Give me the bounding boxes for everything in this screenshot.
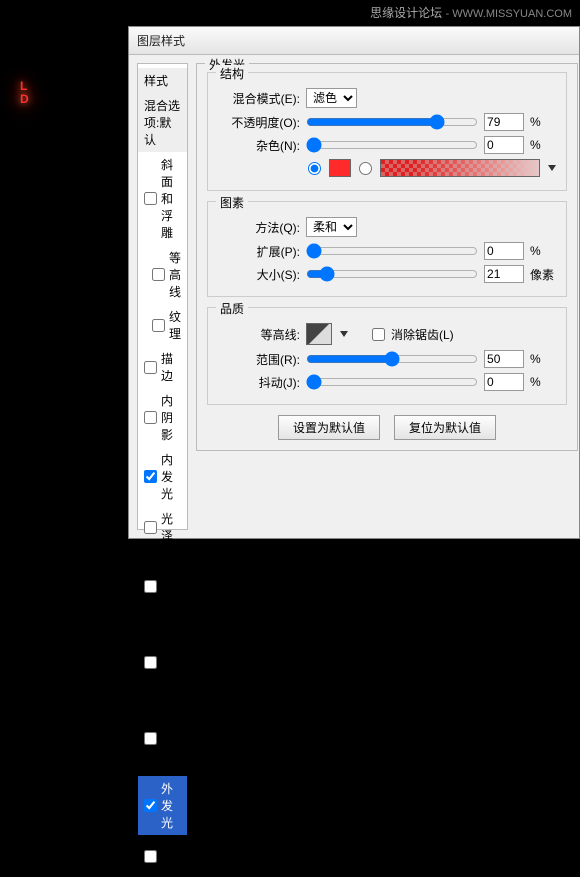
jitter-unit: % (530, 375, 556, 389)
technique-label: 方法(Q): (218, 219, 300, 236)
sidebar-label-11: 投影 (161, 839, 181, 873)
sidebar-blend-options[interactable]: 混合选项:默认 (138, 93, 187, 152)
sidebar-item-4[interactable]: 内阴影 (138, 388, 187, 447)
sidebar-checkbox-10[interactable] (144, 799, 157, 812)
sidebar-label-5: 内发光 (161, 451, 181, 502)
sidebar-checkbox-2[interactable] (152, 319, 165, 332)
opacity-label: 不透明度(O): (218, 114, 300, 131)
spread-input[interactable] (484, 242, 524, 260)
spread-label: 扩展(P): (218, 243, 300, 260)
gradient-dropdown-icon[interactable] (548, 165, 556, 171)
jitter-slider[interactable] (306, 374, 478, 390)
range-slider[interactable] (306, 351, 478, 367)
contour-dropdown-icon[interactable] (340, 331, 348, 337)
sidebar-item-11[interactable]: 投影 (138, 835, 187, 877)
range-label: 范围(R): (218, 351, 300, 368)
sidebar-label-9: 图案叠加 (161, 704, 181, 772)
range-unit: % (530, 352, 556, 366)
opacity-unit: % (530, 115, 556, 129)
size-label: 大小(S): (218, 266, 300, 283)
range-input[interactable] (484, 350, 524, 368)
contour-label: 等高线: (218, 326, 300, 343)
styles-sidebar: 样式 混合选项:默认 斜面和浮雕等高线纹理描边内阴影内发光光泽颜色叠加渐变叠加图… (137, 63, 188, 530)
contour-swatch[interactable] (306, 323, 332, 345)
dialog-titlebar[interactable]: 图层样式 (129, 27, 579, 55)
gradient-radio[interactable] (359, 162, 372, 175)
neon-line-2: D (20, 93, 33, 106)
sidebar-checkbox-1[interactable] (152, 268, 165, 281)
default-buttons-row: 设置为默认值 复位为默认值 (207, 415, 567, 440)
sidebar-blend-label: 混合选项:默认 (144, 97, 181, 148)
neon-line-1: L (20, 80, 33, 93)
antialias-label: 消除锯齿(L) (391, 326, 454, 343)
layer-style-dialog: 图层样式 样式 混合选项:默认 斜面和浮雕等高线纹理描边内阴影内发光光泽颜色叠加… (128, 26, 580, 539)
sidebar-checkbox-4[interactable] (144, 411, 157, 424)
technique-select[interactable]: 柔和 (306, 217, 357, 237)
sidebar-styles-label: 样式 (144, 72, 168, 89)
sidebar-checkbox-9[interactable] (144, 732, 157, 745)
blend-mode-label: 混合模式(E): (218, 90, 300, 107)
sidebar-checkbox-6[interactable] (144, 521, 157, 534)
dialog-content: 样式 混合选项:默认 斜面和浮雕等高线纹理描边内阴影内发光光泽颜色叠加渐变叠加图… (129, 55, 579, 538)
solid-color-radio[interactable] (308, 162, 321, 175)
size-slider[interactable] (306, 266, 478, 282)
spread-unit: % (530, 244, 556, 258)
reset-default-button[interactable]: 复位为默认值 (394, 415, 496, 440)
sidebar-label-2: 纹理 (169, 308, 181, 342)
sidebar-label-4: 内阴影 (161, 392, 181, 443)
sidebar-item-3[interactable]: 描边 (138, 346, 187, 388)
opacity-input[interactable] (484, 113, 524, 131)
sidebar-checkbox-7[interactable] (144, 580, 157, 593)
sidebar-item-2[interactable]: 纹理 (138, 304, 187, 346)
antialias-checkbox[interactable] (372, 328, 385, 341)
quality-title: 品质 (216, 300, 248, 317)
sidebar-checkbox-11[interactable] (144, 850, 157, 863)
sidebar-item-10[interactable]: 外发光 (138, 776, 187, 835)
elements-title: 图素 (216, 194, 248, 211)
sidebar-item-6[interactable]: 光泽 (138, 506, 187, 548)
sidebar-label-3: 描边 (161, 350, 181, 384)
watermark-main: 思缘设计论坛 (370, 6, 442, 20)
size-input[interactable] (484, 265, 524, 283)
sidebar-item-7[interactable]: 颜色叠加 (138, 548, 187, 624)
watermark: 思缘设计论坛 - WWW.MISSYUAN.COM (370, 4, 572, 21)
blend-mode-select[interactable]: 滤色 (306, 88, 357, 108)
sidebar-checkbox-5[interactable] (144, 470, 157, 483)
sidebar-label-1: 等高线 (169, 249, 181, 300)
sidebar-checkbox-0[interactable] (144, 192, 157, 205)
sidebar-styles-header[interactable]: 样式 (138, 68, 187, 93)
dialog-title: 图层样式 (137, 34, 185, 48)
outer-glow-panel: 外发光 结构 混合模式(E): 滤色 不透明度(O): % (196, 63, 578, 530)
sidebar-item-1[interactable]: 等高线 (138, 245, 187, 304)
elements-group: 图素 方法(Q): 柔和 扩展(P): % 大小(S): (207, 201, 567, 297)
sidebar-label-10: 外发光 (161, 780, 181, 831)
sidebar-item-5[interactable]: 内发光 (138, 447, 187, 506)
opacity-slider[interactable] (306, 114, 478, 130)
set-default-button[interactable]: 设置为默认值 (278, 415, 380, 440)
sidebar-label-0: 斜面和浮雕 (161, 156, 181, 241)
sidebar-checkbox-8[interactable] (144, 656, 157, 669)
sidebar-item-8[interactable]: 渐变叠加 (138, 624, 187, 700)
sidebar-label-7: 颜色叠加 (161, 552, 181, 620)
sidebar-checkbox-3[interactable] (144, 361, 157, 374)
size-unit: 像素 (530, 266, 556, 283)
noise-unit: % (530, 138, 556, 152)
quality-group: 品质 等高线: 消除锯齿(L) 范围(R): % (207, 307, 567, 405)
noise-input[interactable] (484, 136, 524, 154)
spread-slider[interactable] (306, 243, 478, 259)
sidebar-label-8: 渐变叠加 (161, 628, 181, 696)
solid-color-swatch[interactable] (329, 159, 351, 177)
jitter-input[interactable] (484, 373, 524, 391)
watermark-sub: - WWW.MISSYUAN.COM (446, 8, 573, 20)
noise-label: 杂色(N): (218, 137, 300, 154)
noise-slider[interactable] (306, 137, 478, 153)
sidebar-item-9[interactable]: 图案叠加 (138, 700, 187, 776)
neon-preview: L D (20, 80, 33, 105)
jitter-label: 抖动(J): (218, 374, 300, 391)
structure-title: 结构 (216, 65, 248, 82)
outer-glow-group: 外发光 结构 混合模式(E): 滤色 不透明度(O): % (196, 63, 578, 451)
structure-group: 结构 混合模式(E): 滤色 不透明度(O): % 杂色(N) (207, 72, 567, 191)
gradient-swatch[interactable] (380, 159, 540, 177)
sidebar-item-0[interactable]: 斜面和浮雕 (138, 152, 187, 245)
